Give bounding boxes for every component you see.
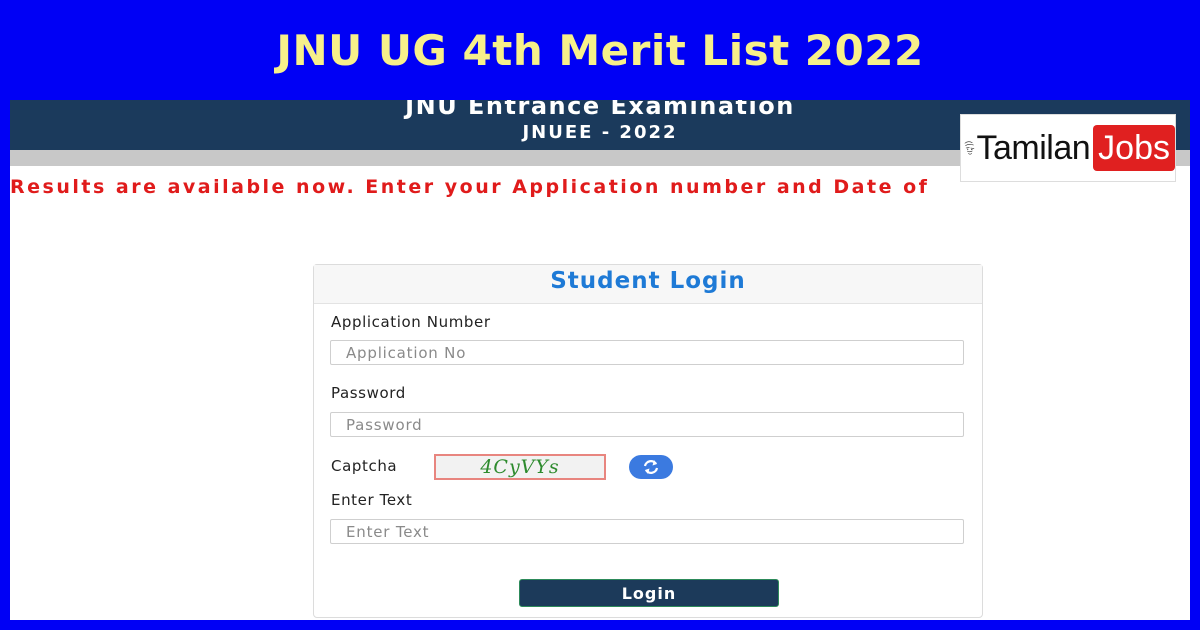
logo-word-tamilan: Tamilan bbox=[976, 128, 1091, 167]
results-marquee: Results are available now. Enter your Ap… bbox=[10, 176, 930, 198]
application-number-input[interactable] bbox=[330, 340, 964, 365]
captcha-label: Captcha bbox=[331, 457, 398, 475]
captcha-refresh-button[interactable] bbox=[629, 455, 673, 479]
application-number-label: Application Number bbox=[331, 313, 491, 331]
password-label: Password bbox=[331, 384, 406, 402]
login-heading: Student Login bbox=[314, 265, 982, 304]
captcha-text-input[interactable] bbox=[330, 519, 964, 544]
logo-word-jobs: Jobs bbox=[1093, 125, 1175, 171]
face-sketch-icon bbox=[964, 141, 975, 155]
captcha-image: 4CyVYs bbox=[434, 454, 606, 480]
student-login-card: Student Login Application Number Passwor… bbox=[313, 264, 983, 618]
banner-title: JNU UG 4th Merit List 2022 bbox=[276, 25, 924, 75]
enter-text-label: Enter Text bbox=[331, 491, 413, 509]
tamilan-jobs-logo: Tamilan Jobs bbox=[960, 114, 1176, 182]
login-button[interactable]: Login bbox=[519, 579, 779, 607]
password-input[interactable] bbox=[330, 412, 964, 437]
refresh-icon bbox=[643, 460, 659, 474]
screenshot-panel: JNU Entrance Examination JNUEE - 2022 Ta… bbox=[10, 100, 1190, 620]
